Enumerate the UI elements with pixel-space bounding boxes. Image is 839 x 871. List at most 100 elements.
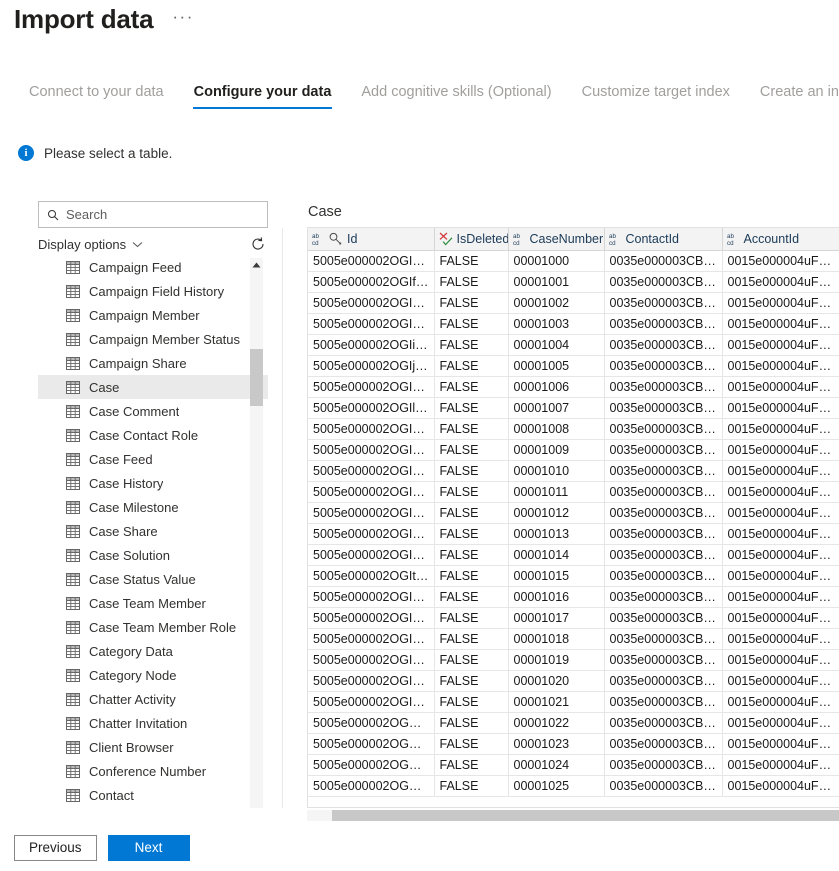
table-row[interactable]: 5005e000002OGIgAAG FALSE 00001002 0035e0000… bbox=[308, 292, 839, 314]
list-item[interactable]: Case Comment bbox=[38, 399, 268, 423]
list-item[interactable]: Case Contact Role bbox=[38, 423, 268, 447]
grid-header-row: ab cd Id IsDeleted ab cd CaseNumber ab c… bbox=[308, 228, 839, 251]
abcd-text-icon: ab cd bbox=[727, 233, 734, 246]
table-row[interactable]: 5005e000002OGIyAAG FALSE 00001020 0035e0000… bbox=[308, 670, 839, 692]
list-item[interactable]: Conference Number bbox=[38, 759, 268, 783]
column-header-accountid[interactable]: ab cd AccountId bbox=[722, 228, 839, 251]
list-item[interactable]: Case Share bbox=[38, 519, 268, 543]
list-item[interactable]: Category Data bbox=[38, 639, 268, 663]
wizard-footer: Previous Next bbox=[14, 835, 190, 861]
column-header-isdeleted[interactable]: IsDeleted bbox=[434, 228, 509, 251]
table-row[interactable]: 5005e000002OGIxAAG FALSE 00001019 0035e0000… bbox=[308, 649, 839, 671]
table-list-scrollbar[interactable] bbox=[250, 258, 263, 808]
table-icon bbox=[66, 260, 80, 274]
table-row[interactable]: 5005e000002OGIfAAG FALSE 00001001 0035e0000… bbox=[308, 271, 839, 293]
tab-connect-to-your-data[interactable]: Connect to your data bbox=[14, 84, 179, 109]
list-item[interactable]: Case Feed bbox=[38, 447, 268, 471]
list-item-label: Case Contact Role bbox=[89, 427, 199, 443]
table-cell: 0015e000004uFMQA... bbox=[722, 523, 839, 545]
table-row[interactable]: 5005e000002OGIrAAG FALSE 00001013 0035e0000… bbox=[308, 523, 839, 545]
table-row[interactable]: 5005e000002OGInAAG FALSE 00001009 0035e0000… bbox=[308, 439, 839, 461]
table-row[interactable]: 5005e000002OGIvAAG FALSE 00001017 0035e0000… bbox=[308, 607, 839, 629]
table-row[interactable]: 5005e000002OGIuAAG FALSE 00001016 0035e0000… bbox=[308, 586, 839, 608]
table-row[interactable]: 5005e000002OGIpAAG FALSE 00001011 0035e0000… bbox=[308, 481, 839, 503]
table-cell: 5005e000002OGIsAAG bbox=[308, 544, 435, 566]
table-cell: 0015e000004uFMRAA2 bbox=[722, 292, 839, 314]
column-header-contactid[interactable]: ab cd ContactId bbox=[604, 228, 723, 251]
table-row[interactable]: 5005e000002OGIhAAG FALSE 00001003 0035e0000… bbox=[308, 313, 839, 335]
table-row[interactable]: 5005e000002OGIzAAG FALSE 00001021 0035e0000… bbox=[308, 691, 839, 713]
table-cell: 5005e000002OGIgAAG bbox=[308, 292, 435, 314]
table-row[interactable]: 5005e000002OGm2A... FALSE 00001024 0035e000… bbox=[308, 754, 839, 776]
list-item[interactable]: Campaign Feed bbox=[38, 255, 268, 279]
scroll-up-icon[interactable] bbox=[250, 258, 263, 271]
tab-customize-target-index[interactable]: Customize target index bbox=[567, 84, 745, 109]
list-item[interactable]: Chatter Invitation bbox=[38, 711, 268, 735]
list-item[interactable]: Case Status Value bbox=[38, 567, 268, 591]
list-item[interactable]: Case Team Member Role bbox=[38, 615, 268, 639]
table-row[interactable]: 5005e000002OGm3A... FALSE 00001025 0035e000… bbox=[308, 775, 839, 797]
table-cell: 00001005 bbox=[508, 355, 605, 377]
table-cell: 0035e000003CBDgA... bbox=[604, 376, 723, 398]
ellipsis-icon[interactable]: ··· bbox=[167, 6, 198, 33]
list-item-label: Case Share bbox=[89, 523, 158, 539]
table-cell: FALSE bbox=[434, 502, 509, 524]
table-row[interactable]: 5005e000002OGIoAAG FALSE 00001010 0035e0000… bbox=[308, 460, 839, 482]
list-item-label: Campaign Member Status bbox=[89, 331, 241, 347]
previous-button[interactable]: Previous bbox=[14, 835, 97, 861]
table-row[interactable]: 5005e000002OGImAAGFALSE000010080035e0000… bbox=[308, 418, 839, 440]
table-cell: 00001017 bbox=[508, 607, 605, 629]
table-icon bbox=[66, 668, 80, 682]
table-row[interactable]: 5005e000002OGIjAAG FALSE 00001005 0035e0000… bbox=[308, 355, 839, 377]
tab-add-cognitive-skills[interactable]: Add cognitive skills (Optional) bbox=[346, 84, 566, 109]
table-row[interactable]: 5005e000002OGItAAG FALSE 00001015 0035e0000… bbox=[308, 565, 839, 587]
list-item[interactable]: Campaign Field History bbox=[38, 279, 268, 303]
table-row[interactable]: 5005e000002OGIqAAG FALSE 00001012 0035e0000… bbox=[308, 502, 839, 524]
table-row[interactable]: 5005e000002OGm0A... FALSE 00001022 0035e000… bbox=[308, 712, 839, 734]
table-cell: 0015e000004uFMSAA2 bbox=[722, 313, 839, 335]
header: Import data ··· bbox=[14, 5, 199, 34]
column-header-label: AccountId bbox=[743, 231, 800, 246]
display-options-dropdown[interactable]: Display options bbox=[38, 237, 143, 252]
table-row[interactable]: 5005e000002OGIiAAG FALSE 00001004 0035e0000… bbox=[308, 334, 839, 356]
abcd-text-icon: ab cd bbox=[513, 233, 520, 246]
table-row[interactable]: 5005e000002OGm1A... FALSE 00001023 0035e000… bbox=[308, 733, 839, 755]
grid-horizontal-scrollbar[interactable] bbox=[307, 810, 839, 821]
table-cell: 0035e000003CBDWA... bbox=[604, 544, 723, 566]
scrollbar-thumb[interactable] bbox=[332, 810, 839, 821]
table-cell: 00001014 bbox=[508, 544, 605, 566]
search-input[interactable] bbox=[66, 207, 259, 222]
column-header-casenumber[interactable]: ab cd CaseNumber bbox=[508, 228, 605, 251]
svg-text:cd: cd bbox=[312, 240, 319, 246]
list-item[interactable]: Client Browser bbox=[38, 735, 268, 759]
table-row[interactable]: 5005e000002OGIwAAGFALSE000010180035e0000… bbox=[308, 628, 839, 650]
table-row[interactable]: 5005e000002OGIsAAG FALSE 00001014 0035e0000… bbox=[308, 544, 839, 566]
table-cell: FALSE bbox=[434, 460, 509, 482]
list-item[interactable]: Case bbox=[38, 375, 268, 399]
tab-configure-your-data[interactable]: Configure your data bbox=[179, 84, 347, 109]
tab-create-an-indexer[interactable]: Create an indexer bbox=[745, 84, 839, 109]
list-item[interactable]: Case History bbox=[38, 471, 268, 495]
list-item[interactable]: Case Milestone bbox=[38, 495, 268, 519]
list-item[interactable]: Category Node bbox=[38, 663, 268, 687]
column-header-id[interactable]: ab cd Id bbox=[308, 228, 435, 251]
table-row[interactable]: 5005e000002OGIlAAG FALSE 00001007 0035e0000… bbox=[308, 397, 839, 419]
table-icon bbox=[66, 716, 80, 730]
list-item[interactable]: Contact bbox=[38, 783, 268, 807]
table-cell: 00001015 bbox=[508, 565, 605, 587]
table-row[interactable]: 5005e000002OGIeAAG FALSE 00001000 0035e0000… bbox=[308, 250, 839, 272]
list-item[interactable]: Campaign Member bbox=[38, 303, 268, 327]
table-row[interactable]: 5005e000002OGIkAAG FALSE 00001006 0035e0000… bbox=[308, 376, 839, 398]
list-item[interactable]: Case Solution bbox=[38, 543, 268, 567]
list-item[interactable]: Chatter Activity bbox=[38, 687, 268, 711]
list-item-label: Campaign Share bbox=[89, 355, 187, 371]
table-icon bbox=[66, 404, 80, 418]
list-item[interactable]: Campaign Member Status bbox=[38, 327, 268, 351]
next-button[interactable]: Next bbox=[107, 835, 190, 861]
list-item[interactable]: Campaign Share bbox=[38, 351, 268, 375]
table-cell: 00001023 bbox=[508, 733, 605, 755]
scrollbar-thumb[interactable] bbox=[250, 349, 263, 406]
list-item[interactable]: Case Team Member bbox=[38, 591, 268, 615]
search-box[interactable] bbox=[38, 201, 268, 228]
refresh-icon[interactable] bbox=[250, 236, 266, 252]
